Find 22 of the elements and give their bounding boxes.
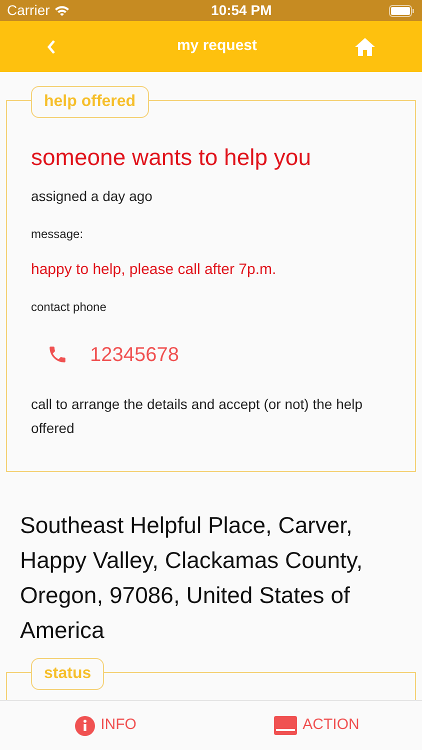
panel-icon — [274, 716, 297, 735]
help-heading: someone wants to help you — [31, 143, 312, 172]
address-text: Southeast Helpful Place, Carver, Happy Valley, Clackamas County, Oregon, 97086, United States of America — [20, 511, 364, 645]
carrier-text: Carrier — [7, 1, 50, 20]
wifi-icon — [54, 4, 70, 16]
phone-link[interactable]: 12345678 — [90, 340, 179, 370]
message-text: happy to help, please call after 7p.m. — [31, 260, 278, 280]
phone-label: contact phone — [31, 298, 108, 316]
battery-icon — [388, 4, 415, 16]
back-icon[interactable] — [46, 38, 56, 54]
tab-button[interactable]: ACTION — [211, 701, 422, 750]
section-legend: status — [31, 658, 104, 690]
assigned-text: assigned a day ago — [31, 187, 154, 206]
home-icon[interactable] — [354, 36, 376, 56]
screen-title: my request — [176, 36, 258, 56]
tab-button[interactable]: INFO — [0, 701, 211, 750]
info-icon — [74, 716, 95, 736]
message-label: message: — [31, 226, 84, 243]
instruction-text: call to arrange the details and accept (or not) the help offered — [31, 394, 364, 438]
section-legend: help offered — [31, 86, 149, 118]
clock-text: 10:54 PM — [211, 1, 272, 20]
phone-icon[interactable] — [47, 344, 68, 365]
